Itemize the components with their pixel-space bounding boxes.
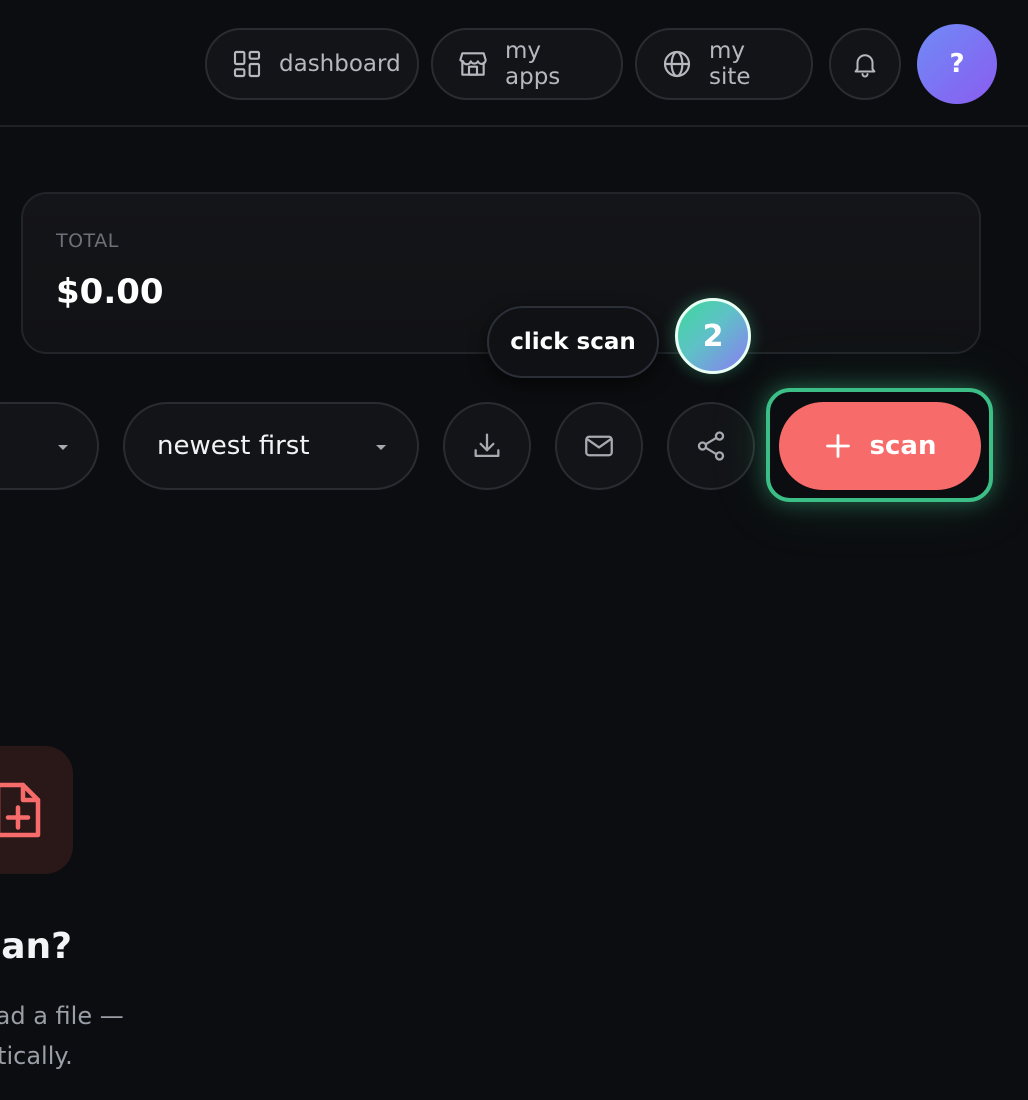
empty-state-line-2: acted automatically.: [0, 1042, 73, 1070]
top-navigation: dashboard my apps my site ?: [0, 0, 1028, 127]
sort-select[interactable]: newest first: [123, 402, 419, 490]
app-page: dashboard my apps my site ? TOTAL $0.00 …: [0, 0, 1028, 1100]
empty-state-line-1: eceipt or upload a file —: [0, 1002, 124, 1030]
chevron-down-icon: [58, 445, 68, 450]
mail-icon: [585, 435, 613, 457]
nav-my-site-button[interactable]: my site: [635, 28, 813, 100]
nav-dashboard-label: dashboard: [279, 51, 401, 77]
empty-state-title: to scan?: [0, 926, 73, 967]
nav-my-apps-button[interactable]: my apps: [431, 28, 623, 100]
sort-select-value: newest first: [157, 431, 310, 461]
total-value: $0.00: [56, 272, 164, 312]
download-icon: [474, 433, 500, 458]
empty-state-description: eceipt or upload a file — acted automati…: [0, 996, 124, 1076]
avatar[interactable]: ?: [917, 24, 997, 104]
scan-button-label: scan: [869, 431, 937, 461]
share-button[interactable]: [667, 402, 755, 490]
nav-my-apps-label: my apps: [505, 38, 561, 90]
file-plus-icon: [0, 782, 41, 838]
email-button[interactable]: [555, 402, 643, 490]
chevron-down-icon: [376, 445, 386, 450]
bell-icon: [854, 54, 876, 78]
avatar-text: ?: [949, 49, 965, 79]
total-label: TOTAL: [56, 230, 119, 252]
layout-grid-icon: [233, 50, 261, 78]
onboarding-tooltip: click scan: [487, 306, 659, 378]
onboarding-tooltip-text: click scan: [510, 329, 636, 355]
nav-my-site-label: my site: [709, 38, 751, 90]
nav-dashboard-button[interactable]: dashboard: [205, 28, 419, 100]
scan-button[interactable]: scan: [779, 402, 981, 490]
globe-icon: [663, 50, 691, 78]
notifications-button[interactable]: [829, 28, 901, 100]
filter-select[interactable]: [0, 402, 99, 490]
download-button[interactable]: [443, 402, 531, 490]
onboarding-step-badge: 2: [675, 298, 751, 374]
onboarding-step-number: 2: [702, 318, 724, 354]
empty-state-icon-box: [0, 746, 73, 874]
share-icon: [697, 431, 725, 461]
storefront-icon: [459, 52, 487, 76]
plus-icon: [825, 434, 850, 458]
